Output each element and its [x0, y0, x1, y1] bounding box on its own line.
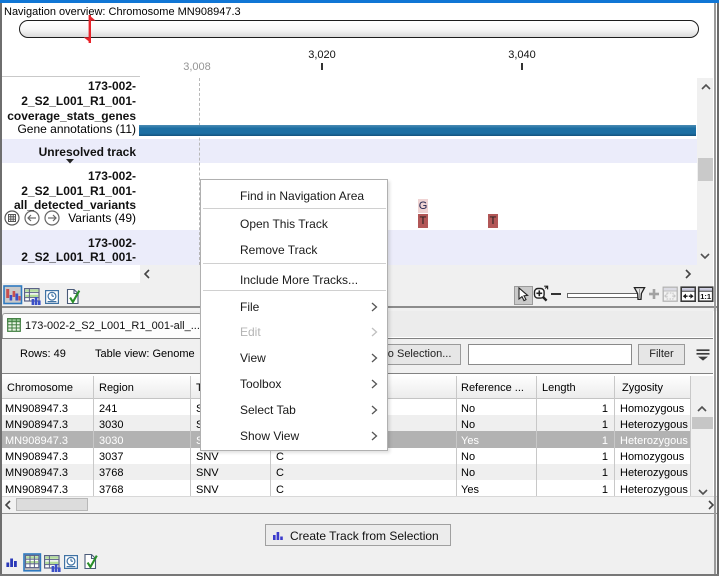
- svg-text:1:1: 1:1: [700, 292, 711, 301]
